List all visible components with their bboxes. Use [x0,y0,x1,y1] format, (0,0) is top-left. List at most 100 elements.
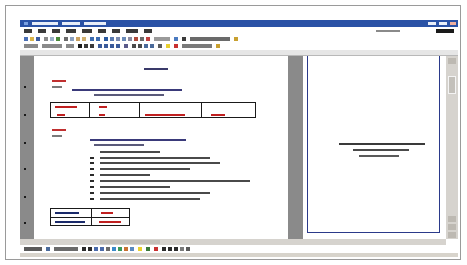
justify-icon[interactable] [116,44,120,48]
vertical-scrollbar[interactable] [446,56,458,239]
increase-indent-icon[interactable] [150,44,154,48]
horizontal-scroll-thumb[interactable] [100,240,160,244]
line-spacing-icon[interactable] [124,44,128,48]
previous-page-button[interactable] [448,216,456,222]
rectangle-icon[interactable] [94,247,98,251]
picture-icon[interactable] [130,247,134,251]
menu-view[interactable] [52,29,60,33]
table-2[interactable] [50,208,130,226]
menu-edit[interactable] [38,29,46,33]
document-page-2[interactable] [303,56,446,239]
ask-question-box[interactable] [376,30,400,32]
style-select[interactable] [24,44,38,48]
vertical-scroll-thumb[interactable] [448,76,456,94]
decrease-indent-icon[interactable] [144,44,148,48]
document-page-1[interactable] [34,56,288,239]
shadow-icon[interactable] [180,247,184,251]
insert-excel-icon[interactable] [122,37,126,41]
insert-table-icon[interactable] [116,37,120,41]
close-button[interactable] [450,22,456,25]
select-browse-object-button[interactable] [448,224,456,230]
hyperlink-icon[interactable] [104,37,108,41]
text-box-icon[interactable] [106,247,110,251]
toolbar-options-icon[interactable] [234,37,238,41]
bold-icon[interactable] [78,44,82,48]
bullets-icon[interactable] [138,44,142,48]
paste-icon[interactable] [76,37,80,41]
save-icon[interactable] [36,37,40,41]
align-left-icon[interactable] [98,44,102,48]
menu-tools[interactable] [98,29,106,33]
scroll-up-button[interactable] [448,58,456,64]
table-2-data-cell [99,221,121,223]
fill-color-icon[interactable] [138,247,142,251]
drawing-icon[interactable] [134,37,138,41]
open-icon[interactable] [30,37,34,41]
oval-icon[interactable] [100,247,104,251]
formatting-extra[interactable] [182,44,212,48]
table-1[interactable] [50,102,256,118]
3d-icon[interactable] [186,247,190,251]
menu-file[interactable] [24,29,32,33]
arrow-icon[interactable] [88,247,92,251]
highlight-icon[interactable] [166,44,170,48]
menu-table[interactable] [112,29,120,33]
draw-menu[interactable] [24,247,42,251]
diagram-icon[interactable] [118,247,122,251]
clip-art-icon[interactable] [124,247,128,251]
draw-font-color-icon[interactable] [154,247,158,251]
menu-window[interactable] [126,29,138,33]
copy-icon[interactable] [70,37,74,41]
cut-icon[interactable] [64,37,68,41]
minimize-button[interactable] [428,22,436,25]
help-icon[interactable] [174,37,178,41]
select-objects-icon[interactable] [46,247,50,251]
dash-style-icon[interactable] [168,247,172,251]
bullet-icon [90,186,94,188]
wordart-icon[interactable] [112,247,116,251]
menu-format[interactable] [82,29,92,33]
italic-icon[interactable] [84,44,88,48]
section-2-text-line-2 [94,144,144,146]
menu-help[interactable] [144,29,152,33]
menu-insert[interactable] [66,29,76,33]
font-size-select[interactable] [66,44,74,48]
align-right-icon[interactable] [110,44,114,48]
redo-icon[interactable] [96,37,100,41]
line-style-icon[interactable] [162,247,166,251]
word-window [20,20,458,257]
table-1-data-cell [211,114,225,116]
print-icon[interactable] [44,37,48,41]
table-1-col-divider [89,103,90,117]
border-icon[interactable] [158,44,162,48]
autoshapes-menu[interactable] [54,247,78,251]
show-hide-icon[interactable] [146,37,150,41]
formatting-options-icon[interactable] [216,44,220,48]
next-page-button[interactable] [448,232,456,238]
line-icon[interactable] [82,247,86,251]
numbering-icon[interactable] [132,44,136,48]
format-painter-icon[interactable] [82,37,86,41]
arrow-style-icon[interactable] [174,247,178,251]
columns-icon[interactable] [128,37,132,41]
table-1-col-divider [201,103,202,117]
font-select[interactable] [42,44,62,48]
document-area [20,56,446,239]
table-2-header-cell [55,212,79,214]
undo-icon[interactable] [90,37,94,41]
zoom-select[interactable] [154,37,170,41]
document-map-icon[interactable] [140,37,144,41]
preview-icon[interactable] [50,37,54,41]
read-icon[interactable] [182,37,186,41]
table-1-header-cell [55,106,77,108]
spelling-icon[interactable] [56,37,60,41]
align-center-icon[interactable] [104,44,108,48]
line-color-icon[interactable] [146,247,150,251]
underline-icon[interactable] [90,44,94,48]
font-color-icon[interactable] [174,44,178,48]
close-document-button[interactable] [436,29,454,33]
tables-borders-icon[interactable] [110,37,114,41]
toolbar-extra[interactable] [190,37,230,41]
maximize-button[interactable] [439,22,447,25]
new-icon[interactable] [24,37,28,41]
